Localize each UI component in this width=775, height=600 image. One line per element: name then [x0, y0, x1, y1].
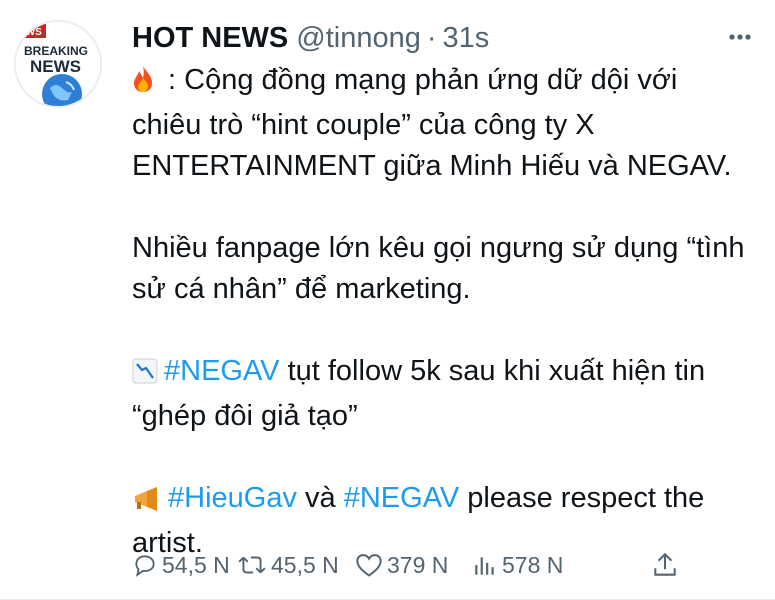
fire-emoji-icon — [132, 64, 154, 105]
tweet-card[interactable]: EWS BREAKING NEWS HOT NEWS @tinnong · 31… — [0, 0, 775, 600]
timestamp[interactable]: 31s — [443, 22, 490, 55]
hashtag-negav-2[interactable]: #NEGAV — [344, 482, 460, 514]
heart-icon — [356, 554, 382, 577]
reply-count: 54,5 N — [162, 551, 230, 578]
retweet-icon — [238, 556, 266, 574]
retweet-button[interactable]: 45,5 N — [237, 552, 339, 579]
views-button[interactable]: 578 N — [472, 552, 563, 579]
megaphone-emoji-icon — [132, 482, 162, 523]
paragraph-1: : Cộng đồng mạng phản ứng dữ dội với chi… — [132, 60, 752, 187]
tweet-text: : Cộng đồng mạng phản ứng dữ dội với chi… — [132, 60, 752, 564]
author-handle[interactable]: @tinnong — [296, 22, 421, 55]
paragraph-3: #NEGAV tụt follow 5k sau khi xuất hiện t… — [132, 351, 752, 437]
action-bar: 54,5 N 45,5 N 379 N 578 N — [132, 545, 752, 585]
share-button[interactable] — [652, 551, 682, 579]
avatar[interactable]: EWS BREAKING NEWS — [14, 20, 102, 108]
hashtag-hieugav[interactable]: #HieuGav — [168, 482, 297, 514]
retweet-count: 45,5 N — [271, 551, 339, 578]
ellipsis-icon[interactable] — [720, 22, 760, 52]
views-icon — [475, 557, 494, 575]
reply-icon — [135, 555, 155, 577]
tweet-header: HOT NEWS @tinnong · 31s — [132, 19, 489, 57]
like-button[interactable]: 379 N — [355, 552, 448, 579]
avatar-top-text: EWS — [19, 27, 42, 38]
author-name[interactable]: HOT NEWS — [132, 22, 288, 55]
separator: · — [426, 21, 437, 54]
share-icon — [654, 552, 676, 576]
avatar-line2: NEWS — [30, 57, 81, 76]
avatar-line1: BREAKING — [24, 44, 88, 58]
views-count: 578 N — [502, 551, 564, 578]
paragraph-1-text: : Cộng đồng mạng phản ứng dữ dội với chi… — [132, 64, 732, 182]
chart-decreasing-emoji-icon — [132, 355, 158, 396]
paragraph-4-mid: và — [296, 482, 344, 514]
paragraph-2: Nhiều fanpage lớn kêu gọi ngưng sử dụng … — [132, 232, 745, 305]
breaking-news-logo: EWS BREAKING NEWS — [16, 22, 100, 106]
hashtag-negav[interactable]: #NEGAV — [164, 355, 280, 387]
reply-button[interactable]: 54,5 N — [132, 552, 230, 579]
like-count: 379 N — [387, 551, 449, 578]
